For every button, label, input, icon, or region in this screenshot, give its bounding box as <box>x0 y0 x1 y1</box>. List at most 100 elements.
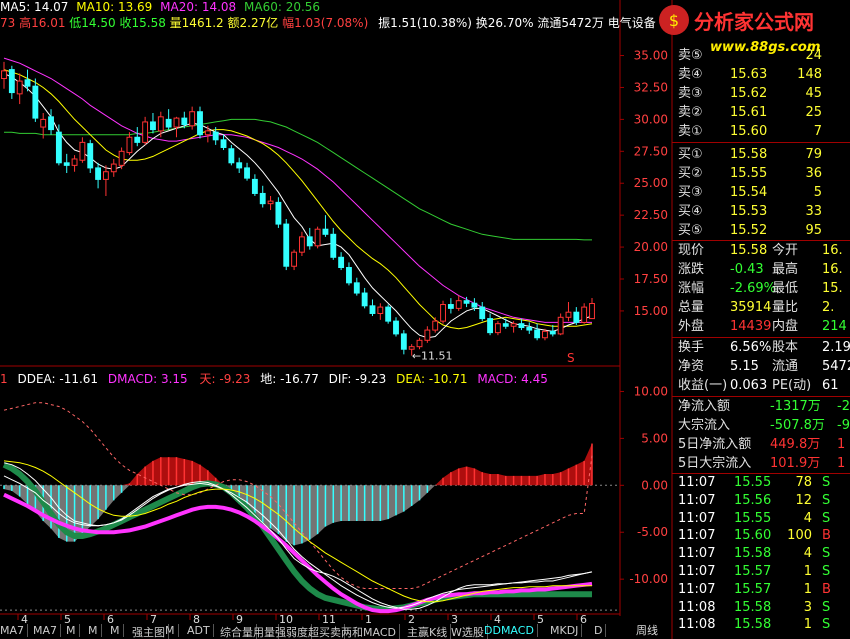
main-y-tick-label: 22.50 <box>634 208 668 222</box>
indicator-tab[interactable]: 超买卖 <box>308 624 345 639</box>
ask-price: 15.60 <box>730 124 768 139</box>
open-frag: 73 <box>0 16 16 30</box>
ask-volume: 148 <box>797 67 822 82</box>
candle-body <box>189 111 196 127</box>
candle-body <box>291 251 298 267</box>
candle-body <box>518 323 525 329</box>
period-label[interactable]: 周线 <box>636 622 658 639</box>
indicator-tab[interactable]: M <box>165 624 179 637</box>
candle-body <box>165 118 172 128</box>
candle-body <box>267 200 274 205</box>
stat-label: 外盘 <box>678 319 705 334</box>
indicator-tab[interactable]: DDMACD <box>484 624 538 637</box>
ask-label: 卖⑤ <box>678 48 703 63</box>
tick-side: S <box>822 564 831 579</box>
tick-time: 11:07 <box>678 581 716 597</box>
indicator-tab[interactable]: M <box>88 624 102 637</box>
stat-row: 总量 35914 量比 2. <box>672 298 850 317</box>
bid-label: 买③ <box>678 185 703 200</box>
candle-body <box>393 320 399 335</box>
candle-body <box>55 131 62 164</box>
indicator-tab[interactable]: D <box>594 624 607 637</box>
ask-volume: 25 <box>805 105 822 120</box>
main-y-tick-label: 27.50 <box>634 144 668 158</box>
stat-row: 涨跌 -0.43 最高 16. <box>672 260 850 279</box>
logo-emblem-glyph: $ <box>669 11 679 30</box>
candle-body <box>40 118 47 128</box>
ask-label: 卖② <box>678 105 703 120</box>
ma60-label: MA60: 20.56 <box>244 0 321 14</box>
di-label: 地: -16.77 <box>260 372 319 386</box>
tick-row: 11:07 15.55 4 S <box>672 509 850 528</box>
candle-body <box>424 329 431 341</box>
stat-label: 内盘 <box>772 319 799 334</box>
tick-side: S <box>822 475 831 490</box>
candle-body <box>87 143 94 169</box>
candle-body <box>432 320 439 331</box>
candle-body <box>212 131 219 141</box>
main-y-tick-label: 25.00 <box>634 176 668 190</box>
fundamental-label: 流通 <box>772 359 799 374</box>
candle-body <box>236 162 243 169</box>
candle-body <box>8 69 15 94</box>
candle-body <box>487 318 494 334</box>
ask-price: 15.62 <box>730 86 768 101</box>
macd-header: 1 DDEA: -11.61 DMACD: 3.15 天: -9.23 地: -… <box>0 370 548 387</box>
tick-price: 15.60 <box>734 528 772 544</box>
tick-side: B <box>822 581 831 597</box>
fundamental-value: 5472 <box>822 359 850 374</box>
indicator-tab[interactable]: M <box>110 624 124 637</box>
range-label: 幅1.03(7.08%) <box>282 16 369 30</box>
candle-body <box>385 306 392 322</box>
flow-label: 5日大宗流入 <box>678 456 752 471</box>
ask-row: 卖② 15.61 25 <box>672 103 850 122</box>
indicator-tab[interactable]: 两和MACD <box>341 624 400 639</box>
tick-time: 11:07 <box>678 564 716 579</box>
tick-time: 11:08 <box>678 617 716 633</box>
indicator-tab[interactable]: 强主图 <box>132 624 169 639</box>
ask-price: 15.63 <box>730 67 768 82</box>
tick-volume: 1 <box>803 564 812 579</box>
tick-time: 11:08 <box>678 599 716 615</box>
sell-signal-mark: S <box>567 351 575 365</box>
bid-price: 15.53 <box>730 204 768 219</box>
stat-row: 外盘 14439 内盘 214 <box>672 317 850 336</box>
indicator-tab[interactable]: 强弱度 <box>275 624 312 639</box>
candle-body <box>134 136 141 143</box>
indicator-tab[interactable]: 主赢K线 <box>407 624 452 639</box>
tick-price: 15.58 <box>734 599 772 615</box>
tick-row: 11:08 15.58 3 S <box>672 598 850 617</box>
flow-extra: 1 <box>837 456 846 471</box>
ma10-label: MA10: 13.69 <box>76 0 153 14</box>
stat-label: 涨跌 <box>678 262 705 277</box>
ddea-label: DDEA: -11.61 <box>17 372 99 386</box>
candle-body <box>173 117 180 128</box>
indicator-tab[interactable]: 综合量 <box>220 624 257 639</box>
fundamental-label: 净资 <box>678 359 705 374</box>
indicator-tab[interactable]: MA7 <box>0 624 29 637</box>
candle-body <box>1 70 7 80</box>
indicator-tab[interactable]: ADT <box>187 624 214 637</box>
ask-price: 15.61 <box>730 105 768 120</box>
fundamental-label: 换手 <box>678 340 705 355</box>
tick-volume: 4 <box>803 510 812 526</box>
dif-label: DIF: -9.23 <box>328 372 387 386</box>
indicator-tab[interactable]: M <box>66 624 80 637</box>
macd-label: MACD: 4.45 <box>477 372 548 386</box>
ask-label: 卖③ <box>678 86 703 101</box>
candle-body <box>228 148 235 164</box>
candle-body <box>479 306 486 320</box>
tick-price: 15.55 <box>734 475 772 490</box>
fundamental-value: 6.56% <box>730 340 772 355</box>
candle-body <box>557 316 564 335</box>
candle-body <box>338 256 345 269</box>
bid-volume: 95 <box>805 223 822 238</box>
candle-body <box>63 162 70 166</box>
indicator-tab[interactable]: MKDJ <box>550 624 583 637</box>
indicator-tab-bar[interactable]: MA7 MA7 M M M 强主图 M ADT 综合量 用量 强弱度 超买卖 两和MACD 主赢K线 W选股… <box>0 622 640 639</box>
candle-body <box>24 79 31 87</box>
vol-label: 量1461.2 <box>169 16 224 30</box>
indicator-tab[interactable]: MA7 <box>33 624 62 637</box>
indicator-tab[interactable]: W选股 <box>451 624 488 639</box>
candle-body <box>542 330 548 339</box>
